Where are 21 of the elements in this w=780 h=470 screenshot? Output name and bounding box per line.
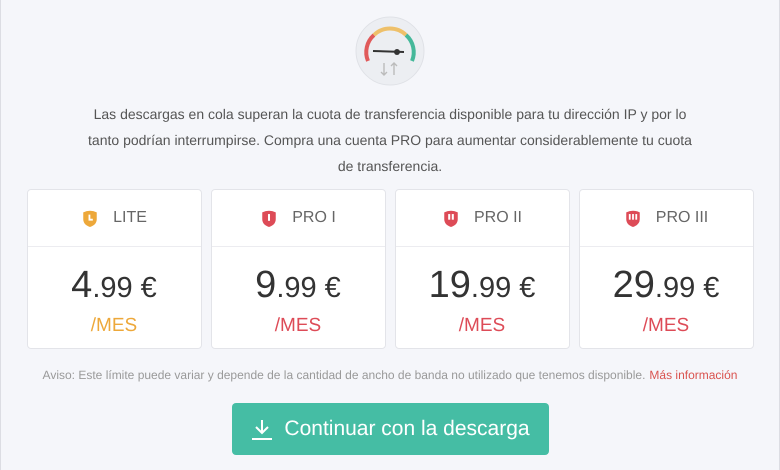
plan-period: /MES — [274, 314, 322, 338]
plan-card[interactable]: PRO I 9.99 € /MES — [210, 189, 386, 349]
plan-card[interactable]: LITE 4.99 € /MES — [26, 189, 202, 349]
plan-name: PRO II — [474, 208, 522, 228]
plan-price: 4.99 € — [71, 265, 157, 308]
speedometer-icon — [354, 15, 426, 87]
plan-price: 19.99 € — [428, 265, 536, 308]
notice-text: Aviso: Este límite puede variar y depende de la cantidad de ancho de banda no utilizado que tenemos disponible. — [42, 367, 646, 384]
plan-price: 9.99 € — [255, 265, 341, 308]
warning-message: Las descargas en cola superan la cuota de transferencia disponible para tu dirección IP y por lo tanto podrían interrumpirse. Compra una cuenta PRO para aumentar considerablemente tu cuota de transferencia. — [87, 105, 693, 176]
more-info-link[interactable]: Más información — [649, 366, 738, 384]
plan-period: /MES — [90, 314, 138, 338]
plan-period: /MES — [458, 314, 506, 338]
plan-price: 29.99 € — [612, 265, 720, 308]
plan-name: PRO I — [292, 208, 336, 228]
plan-name: LITE — [113, 208, 147, 228]
plan-card[interactable]: PRO III 29.99 € /MES — [578, 189, 754, 349]
download-icon — [250, 417, 274, 441]
plan-name: PRO III — [656, 208, 708, 228]
plan-card[interactable]: PRO II 19.99 € /MES — [394, 189, 570, 349]
plan-period: /MES — [642, 314, 690, 338]
